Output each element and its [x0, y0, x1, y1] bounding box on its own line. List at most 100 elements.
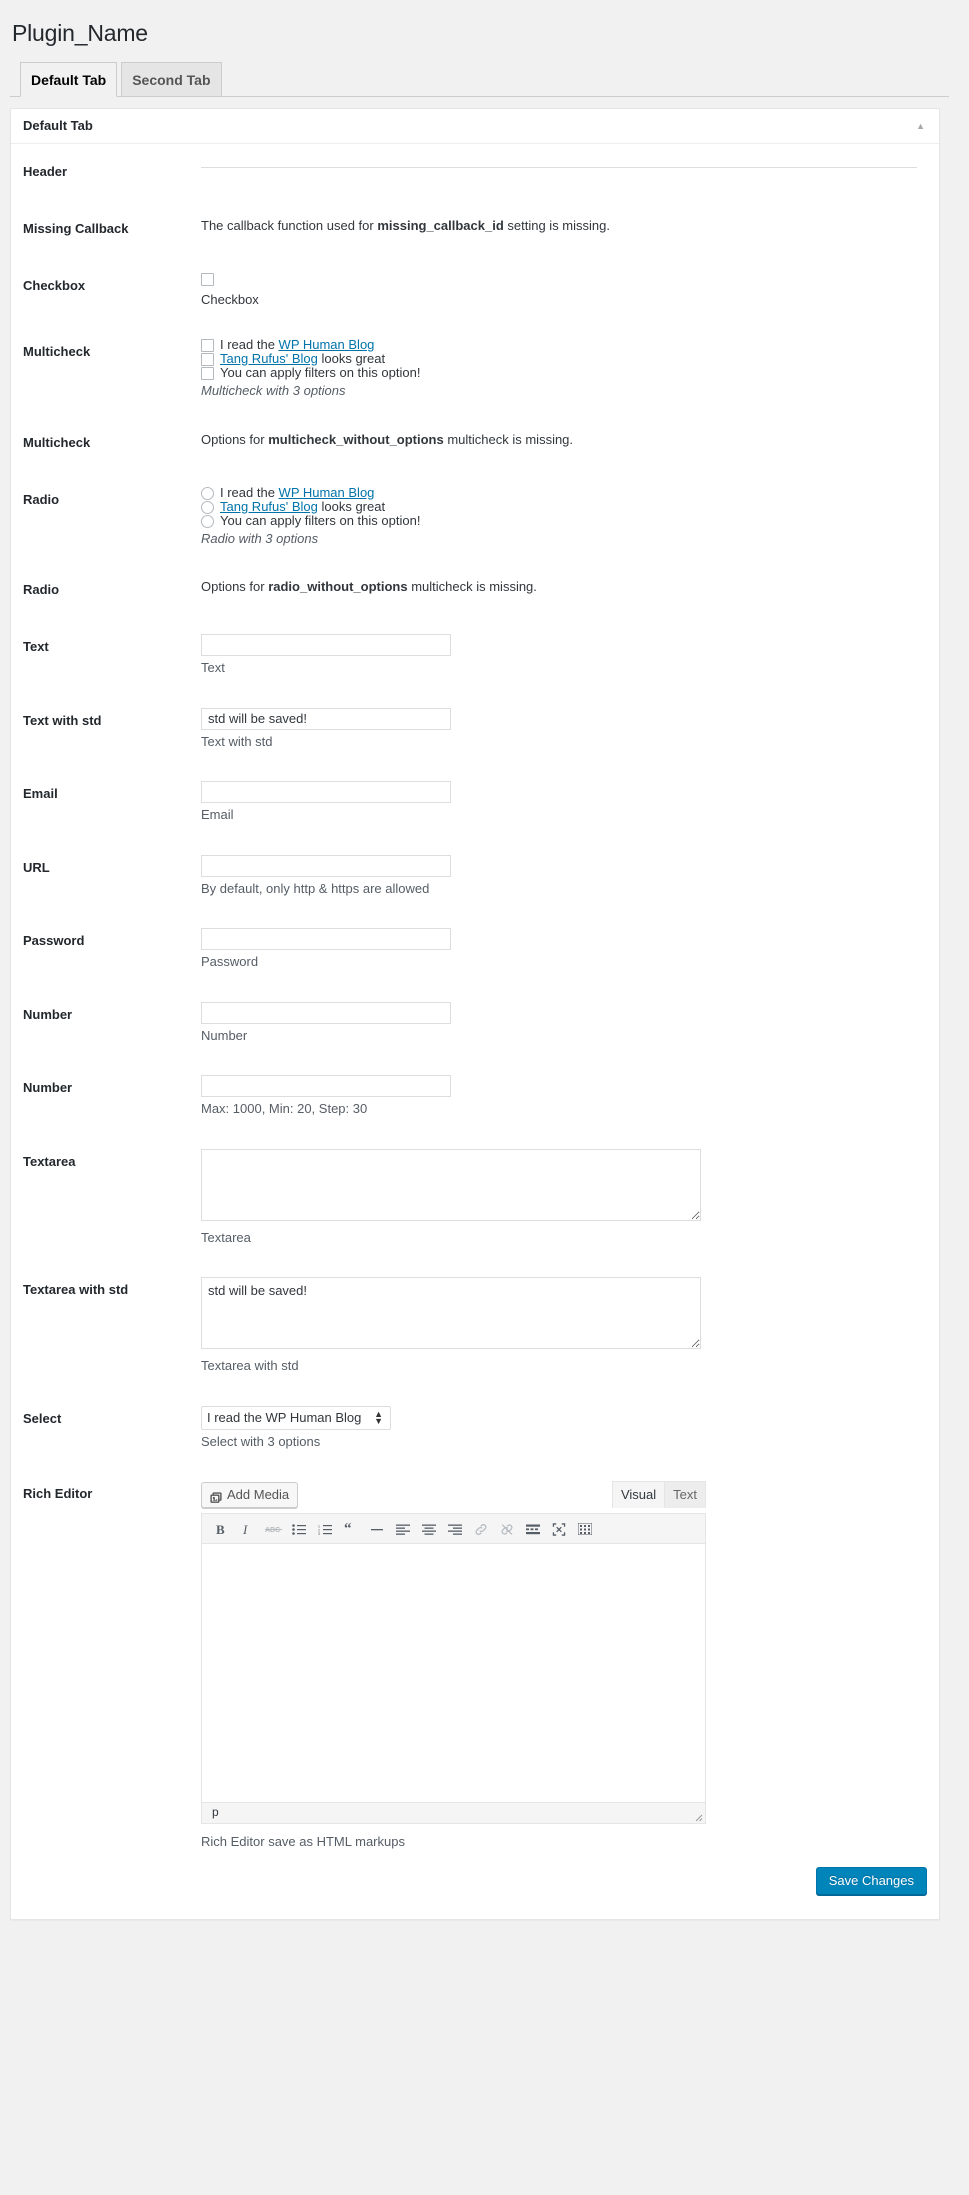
save-button[interactable]: Save Changes	[815, 1866, 927, 1895]
table-row-select: Select I read the WP Human Blog Tang Ruf…	[23, 1391, 927, 1467]
table-row-rich-editor: Rich Editor Add Media Visual Text B I AB…	[23, 1466, 927, 1867]
checkbox-box-icon[interactable]	[201, 272, 214, 286]
align-right-icon[interactable]	[446, 1519, 464, 1539]
table-row-radio: Radio I read the WP Human Blog Tang Rufu…	[23, 472, 927, 563]
row-value-text-std: Text with std	[191, 693, 927, 767]
row-value-radio-missing: Options for radio_without_options multic…	[191, 562, 927, 619]
editor-content-area[interactable]	[202, 1544, 705, 1803]
row-value-multicheck: I read the WP Human Blog Tang Rufus' Blo…	[191, 324, 927, 415]
option-link[interactable]: WP Human Blog	[279, 337, 375, 352]
admin-page-wrap: Plugin_Name Default Tab Second Tab Defaul…	[0, 0, 969, 1920]
option-link[interactable]: WP Human Blog	[279, 485, 375, 500]
checkbox-box-icon[interactable]	[201, 366, 214, 380]
table-row-checkbox: Checkbox Checkbox	[23, 258, 927, 324]
tab-visual[interactable]: Visual	[611, 1481, 666, 1509]
msg-post: multicheck is missing.	[407, 579, 537, 595]
multicheck-description: Multicheck with 3 options	[201, 382, 346, 398]
ordered-list-icon[interactable]: 123	[316, 1519, 334, 1539]
option-post: looks great	[317, 498, 386, 514]
postbox-body: Header Missing Callback The callback fun…	[11, 144, 939, 1918]
svg-text:“: “	[344, 1523, 352, 1535]
textarea-std-field[interactable]	[201, 1277, 701, 1350]
row-label-multicheck-missing: Multicheck	[23, 434, 91, 450]
textarea-field[interactable]	[201, 1148, 701, 1221]
option-pre: I read the	[220, 336, 279, 352]
row-label-select: Select	[23, 1410, 62, 1426]
checkbox-control[interactable]	[201, 272, 917, 291]
postbox-header[interactable]: Default Tab ▲	[11, 109, 939, 145]
option-link[interactable]: Tang Rufus' Blog	[220, 351, 318, 366]
unlink-icon[interactable]	[498, 1519, 516, 1539]
table-row-textarea-std: Textarea with std Textarea with std	[23, 1262, 927, 1390]
msg-code: radio_without_options	[268, 579, 408, 595]
nav-tab-bar: Default Tab Second Tab	[10, 52, 949, 97]
option-text: I read the WP Human Blog	[220, 484, 375, 500]
unordered-list-icon[interactable]	[290, 1519, 308, 1539]
nav-tab-default[interactable]: Default Tab	[20, 62, 118, 97]
bold-icon[interactable]: B	[212, 1519, 230, 1539]
url-description: By default, only http & https are allowe…	[201, 880, 430, 896]
table-row-textarea: Textarea Textarea	[23, 1134, 927, 1262]
italic-icon[interactable]: I	[238, 1519, 256, 1539]
number-limits-field[interactable]	[201, 1075, 451, 1098]
read-more-icon[interactable]	[524, 1519, 542, 1539]
row-label-textarea: Textarea	[23, 1153, 76, 1169]
checkbox-box-icon[interactable]	[201, 338, 214, 352]
strikethrough-icon[interactable]: ABC	[264, 1519, 282, 1539]
table-row-missing-callback: Missing Callback The callback function u…	[23, 201, 927, 258]
text-input[interactable]	[201, 634, 451, 657]
row-label-radio-missing: Radio	[23, 582, 60, 598]
option-pre: I read the	[220, 484, 279, 500]
editor-statusbar: p	[202, 1802, 705, 1824]
row-value-radio: I read the WP Human Blog Tang Rufus' Blo…	[191, 472, 927, 563]
radio-options: I read the WP Human Blog Tang Rufus' Blo…	[201, 484, 917, 529]
rich-editor-description: Rich Editor save as HTML markups	[201, 1834, 405, 1850]
list-item[interactable]: You can apply filters on this option!	[201, 512, 917, 529]
select-dropdown[interactable]: I read the WP Human Blog Tang Rufus' Blo…	[201, 1405, 391, 1430]
table-row-multicheck: Multicheck I read the WP Human Blog Tang…	[23, 324, 927, 415]
row-value-textarea: Textarea	[191, 1134, 927, 1262]
url-field[interactable]	[201, 854, 451, 877]
option-text: You can apply filters on this option!	[220, 512, 421, 528]
align-left-icon[interactable]	[394, 1519, 412, 1539]
row-label-url: URL	[23, 859, 50, 875]
toolbar-toggle-icon[interactable]	[576, 1519, 594, 1539]
horizontal-rule-icon[interactable]	[368, 1519, 386, 1539]
fullscreen-icon[interactable]	[550, 1519, 568, 1539]
email-field[interactable]	[201, 781, 451, 804]
blockquote-icon[interactable]: “	[342, 1519, 360, 1539]
chevron-up-icon[interactable]: ▲	[916, 121, 927, 131]
row-value-checkbox: Checkbox	[191, 258, 927, 324]
add-media-label: Add Media	[227, 1487, 290, 1503]
multicheck-missing-message: Options for multicheck_without_options m…	[201, 432, 573, 447]
radio-button-icon[interactable]	[201, 486, 214, 500]
textarea-description: Textarea	[201, 1229, 251, 1245]
select-wrapper: I read the WP Human Blog Tang Rufus' Blo…	[201, 1405, 391, 1430]
insert-link-icon[interactable]	[472, 1519, 490, 1539]
msg-post: setting is missing.	[503, 218, 610, 234]
password-field[interactable]	[201, 928, 451, 951]
radio-button-icon[interactable]	[201, 500, 214, 514]
tab-text[interactable]: Text	[664, 1481, 706, 1509]
number-field[interactable]	[201, 1001, 451, 1024]
list-item[interactable]: You can apply filters on this option!	[201, 365, 917, 381]
align-center-icon[interactable]	[420, 1519, 438, 1539]
radio-button-icon[interactable]	[201, 514, 214, 528]
editor-toolbar: B I ABC 123 “	[202, 1514, 705, 1545]
postbox-title: Default Tab	[23, 118, 93, 133]
option-text: Tang Rufus' Blog looks great	[220, 498, 386, 514]
add-media-button[interactable]: Add Media	[201, 1482, 299, 1509]
text-std-input[interactable]	[201, 707, 451, 730]
radio-missing-message: Options for radio_without_options multic…	[201, 579, 537, 594]
resize-handle-icon[interactable]	[693, 1811, 703, 1822]
editor-top-bar: Add Media Visual Text	[201, 1481, 706, 1509]
option-post: looks great	[317, 350, 386, 366]
rich-editor: Add Media Visual Text B I ABC 1 2 3 “ p …	[201, 1481, 706, 1852]
option-link[interactable]: Tang Rufus' Blog	[220, 499, 318, 514]
nav-tab-second[interactable]: Second Tab	[121, 62, 222, 96]
svg-text:ABC: ABC	[265, 1527, 280, 1534]
row-label-radio: Radio	[23, 491, 60, 507]
table-row-number-limits: Number Max: 1000, Min: 20, Step: 30	[23, 1060, 927, 1134]
checkbox-box-icon[interactable]	[201, 352, 214, 366]
table-row-url: URL By default, only http & https are al…	[23, 840, 927, 914]
